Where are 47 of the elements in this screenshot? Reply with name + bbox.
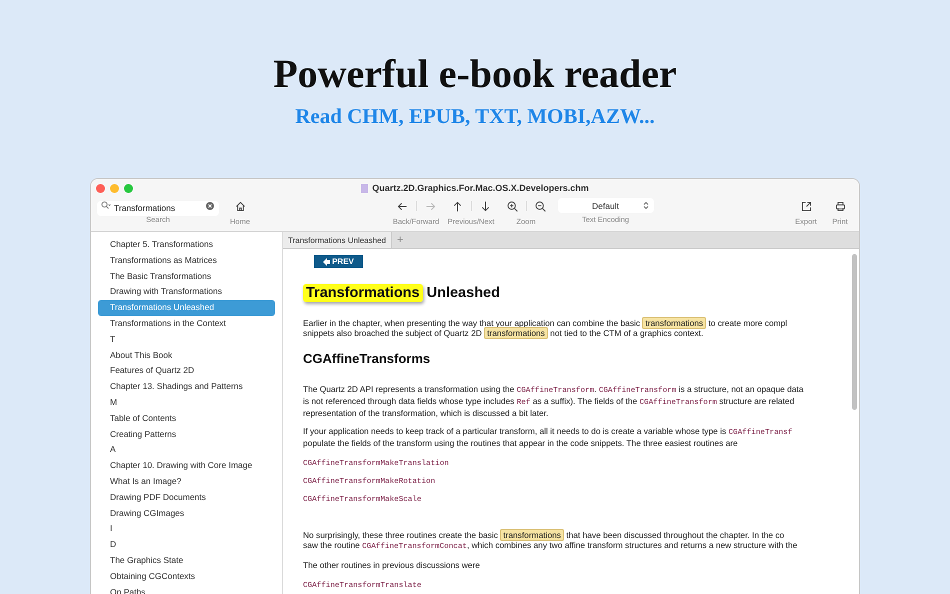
text-encoding-dropdown[interactable]: Default (558, 198, 654, 213)
chevron-icon (642, 201, 648, 210)
toc-item[interactable]: T (98, 332, 275, 348)
paragraph-line: Earlier in the chapter, when presenting the way that your application can combine the basic transformations to create more compl (303, 318, 788, 328)
headline: Powerful e-book reader (273, 50, 677, 98)
search-field[interactable]: Transformations (97, 200, 219, 216)
zoom-out-icon (534, 200, 546, 212)
share-icon (800, 200, 812, 212)
toc-item[interactable]: About This Book (98, 348, 275, 364)
toc-item[interactable]: What Is an Image? (98, 474, 275, 490)
toc-item[interactable]: D (98, 537, 275, 553)
toc-item[interactable]: Obtaining CGContexts (98, 568, 275, 585)
paragraph-line: populate the fields of the transform using the routines that appear in the code snippets. The three easiest routines are (303, 438, 739, 448)
toc-item[interactable]: Chapter 5. Transformations (98, 237, 275, 253)
toc-item[interactable]: Drawing with Transformations (98, 284, 275, 300)
toc-item[interactable]: Features of Quartz 2D (98, 363, 275, 380)
toc-item[interactable]: Transformations in the Context (98, 316, 275, 332)
toc-item[interactable]: Table of Contents (98, 410, 275, 427)
toc-item[interactable]: Chapter 13. Shadings and Patterns (98, 379, 275, 395)
window-title: Quartz.2D.Graphics.For.Mac.OS.X.Developers.chm (372, 183, 589, 193)
subheadline: Read CHM, EPUB, TXT, MOBI,AZW... (295, 104, 655, 129)
print-icon (834, 200, 846, 212)
prev-button[interactable]: PREV (314, 255, 363, 268)
toc-item[interactable]: Drawing CGImages (98, 506, 275, 522)
paragraph-line: The other routines in previous discussions were (303, 560, 481, 570)
toc-item[interactable]: M (98, 394, 275, 411)
toc-item[interactable]: The Basic Transformations (98, 268, 275, 284)
zoom-in-icon (506, 200, 518, 212)
toc-item[interactable]: Chapter 10. Drawing with Core Image (98, 458, 275, 474)
scrollbar-thumb[interactable] (852, 254, 857, 410)
toc-item[interactable]: Drawing PDF Documents (98, 490, 275, 506)
section-heading: CGAffineTransforms (303, 351, 432, 366)
toc-item[interactable]: I (98, 521, 275, 538)
left-arrow-icon (323, 258, 330, 266)
toc-item[interactable]: Creating Patterns (98, 426, 275, 442)
paragraph-line: representation of the transformation, which is discussed a bit later. (303, 408, 550, 418)
close-button[interactable] (96, 184, 105, 192)
toc-item[interactable]: The Graphics State (98, 552, 275, 569)
page-heading: Transformations Unleashed (303, 282, 859, 304)
paragraph-line: No surprisingly, these three routines create the basic transformations that have been discussed throughout the chapter. In the co (303, 530, 786, 540)
document-icon (361, 184, 368, 192)
home-icon (234, 200, 246, 212)
toc-item[interactable]: A (98, 442, 275, 458)
paragraph-line: snippets also broached the subject of Quartz 2D transformations not tied to the CTM of a graphics context. (303, 328, 704, 338)
document-tab[interactable]: Transformations Unleashed (283, 232, 392, 248)
clear-icon[interactable] (206, 202, 214, 210)
toc-item[interactable]: Transformations as Matrices (98, 252, 275, 269)
